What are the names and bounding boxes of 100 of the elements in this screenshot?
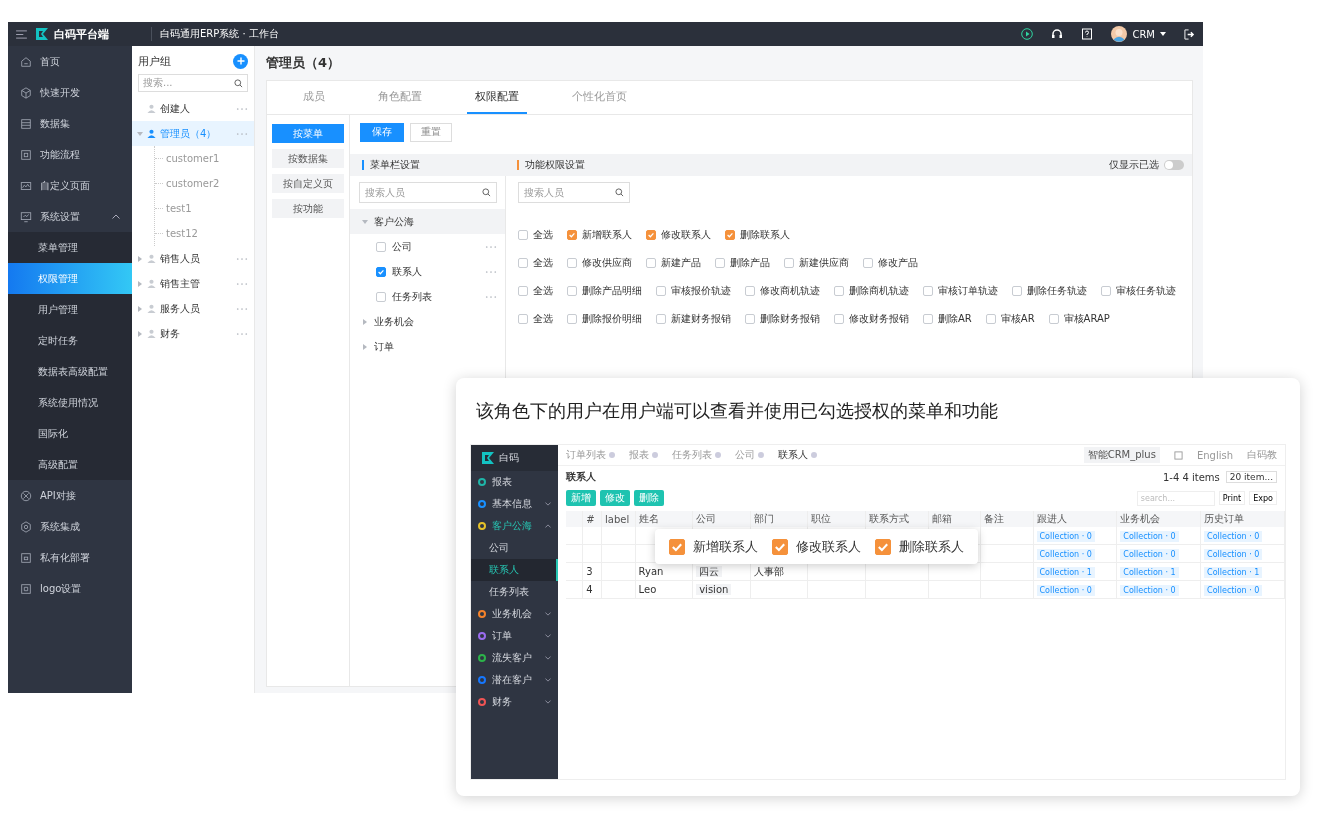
permission-checkbox[interactable]: 删除AR [923, 312, 972, 326]
menu-tree-node[interactable]: 客户公海 [350, 209, 505, 234]
user-name[interactable]: CRM [1132, 28, 1155, 40]
sidebar-item[interactable]: API对接 [8, 480, 132, 511]
checkbox[interactable] [715, 258, 725, 268]
menu-tree-item[interactable]: 任务列表 [350, 284, 505, 309]
more-icon[interactable] [485, 269, 497, 274]
select-all-checkbox[interactable]: 全选 [518, 284, 553, 298]
checkbox[interactable] [834, 314, 844, 324]
sidebar-subitem[interactable]: 高级配置 [8, 449, 132, 480]
sidebar-item[interactable]: 自定义页面 [8, 170, 132, 201]
nav-subitem[interactable]: 公司 [471, 537, 558, 559]
sidebar-subitem[interactable]: 菜单管理 [8, 232, 132, 263]
permission-checkbox[interactable]: 删除报价明细 [567, 312, 642, 326]
select-all-checkbox[interactable]: 全选 [518, 312, 553, 326]
more-icon[interactable] [485, 294, 497, 299]
page-size-select[interactable]: 20 item... [1225, 471, 1277, 483]
more-icon[interactable] [236, 256, 248, 261]
checkbox[interactable] [1048, 314, 1059, 324]
permission-checkbox[interactable]: 修改联系人 [646, 228, 711, 242]
sidebar-subitem[interactable]: 系统使用情况 [8, 387, 132, 418]
permission-checkbox[interactable]: 新增联系人 [669, 537, 758, 556]
caret-icon[interactable] [1160, 32, 1166, 36]
permission-checkbox[interactable]: 新建财务报销 [656, 312, 731, 326]
column-header[interactable]: 部门 [750, 511, 808, 527]
permission-checkbox[interactable]: 审核报价轨迹 [656, 284, 731, 298]
menu-tree-item[interactable]: 联系人 [350, 259, 505, 284]
chevron-icon[interactable] [545, 524, 551, 528]
more-icon[interactable] [236, 131, 248, 136]
tab[interactable]: 权限配置 [467, 81, 527, 114]
column-header[interactable]: 姓名 [635, 511, 693, 527]
sidebar-item[interactable]: 私有化部署 [8, 542, 132, 573]
permission-checkbox[interactable]: 修改财务报销 [834, 312, 909, 326]
checkbox[interactable] [567, 286, 577, 296]
permission-checkbox[interactable]: 删除财务报销 [745, 312, 820, 326]
checkbox[interactable] [518, 314, 528, 324]
sidebar-item[interactable]: logo设置 [8, 573, 132, 604]
more-icon[interactable] [236, 281, 248, 286]
mode-button[interactable]: 按数据集 [272, 149, 344, 168]
permission-checkbox[interactable]: 修改供应商 [567, 256, 632, 270]
column-header[interactable]: 职位 [807, 511, 866, 527]
toggle-switch[interactable] [1164, 160, 1184, 170]
more-icon[interactable] [236, 331, 248, 336]
menu-tree-node[interactable]: 订单 [350, 334, 505, 359]
sidebar-subitem[interactable]: 国际化 [8, 418, 132, 449]
export-button[interactable]: Expo [1249, 491, 1277, 505]
sidebar-item[interactable]: 首页 [8, 46, 132, 77]
checkbox[interactable] [376, 266, 386, 277]
permission-checkbox[interactable]: 修改联系人 [772, 537, 861, 556]
checkbox[interactable] [745, 314, 755, 324]
mode-button[interactable]: 按功能 [272, 199, 344, 218]
chevron-icon[interactable] [545, 656, 551, 660]
group-item[interactable]: 销售人员 [132, 246, 254, 271]
column-header[interactable]: 联系方式 [865, 511, 929, 527]
add-button[interactable] [233, 53, 248, 69]
permission-checkbox[interactable]: 修改商机轨迹 [745, 284, 820, 298]
checkbox[interactable] [725, 230, 735, 240]
checkbox[interactable] [1101, 286, 1111, 296]
chevron-icon[interactable] [545, 634, 551, 638]
permission-checkbox[interactable]: 删除联系人 [875, 537, 964, 556]
chevron-icon[interactable] [545, 502, 551, 506]
permission-checkbox[interactable]: 新建产品 [646, 256, 701, 270]
checkbox[interactable] [646, 230, 656, 240]
mode-button[interactable]: 按自定义页 [272, 174, 344, 193]
checkbox[interactable] [518, 258, 528, 268]
group-item[interactable]: 服务人员 [132, 296, 254, 321]
menu-tree-item[interactable]: 公司 [350, 234, 505, 259]
nav-item[interactable]: 客户公海 [471, 515, 558, 537]
checkbox[interactable] [518, 286, 528, 296]
permission-checkbox[interactable]: 新增联系人 [567, 228, 632, 242]
permission-checkbox[interactable]: 删除任务轨迹 [1012, 284, 1087, 298]
group-item[interactable]: 销售主管 [132, 271, 254, 296]
permission-checkbox[interactable]: 删除产品明细 [567, 284, 642, 298]
more-icon[interactable] [236, 306, 248, 311]
checkbox[interactable] [863, 258, 873, 268]
nav-item[interactable]: 业务机会 [471, 603, 558, 625]
group-item[interactable]: 创建人 [132, 96, 254, 121]
search-icon[interactable] [482, 188, 491, 197]
nav-item[interactable]: 财务 [471, 691, 558, 713]
column-header[interactable]: label [601, 511, 636, 527]
sidebar-item[interactable]: 系统集成 [8, 511, 132, 542]
checkbox[interactable] [669, 538, 685, 555]
chevron-icon[interactable] [545, 612, 551, 616]
permission-checkbox[interactable]: 审核订单轨迹 [923, 284, 998, 298]
reset-button[interactable]: 重置 [410, 122, 452, 142]
checkbox[interactable] [376, 241, 386, 252]
checkbox[interactable] [518, 230, 528, 240]
menu-tree-node[interactable]: 业务机会 [350, 309, 505, 334]
checkbox[interactable] [656, 314, 666, 324]
checkbox[interactable] [875, 538, 891, 555]
permission-checkbox[interactable]: 审核AR [985, 312, 1035, 326]
chevron-icon[interactable] [545, 700, 551, 704]
permission-checkbox[interactable]: 删除产品 [715, 256, 770, 270]
nav-item[interactable]: 订单 [471, 625, 558, 647]
permission-checkbox[interactable]: 删除联系人 [725, 228, 790, 242]
checkbox[interactable] [656, 286, 666, 296]
column-header[interactable]: 历史订单 [1200, 511, 1285, 527]
logout-icon[interactable] [1184, 28, 1195, 40]
more-icon[interactable] [485, 244, 497, 249]
column-header[interactable]: 备注 [980, 511, 1034, 527]
